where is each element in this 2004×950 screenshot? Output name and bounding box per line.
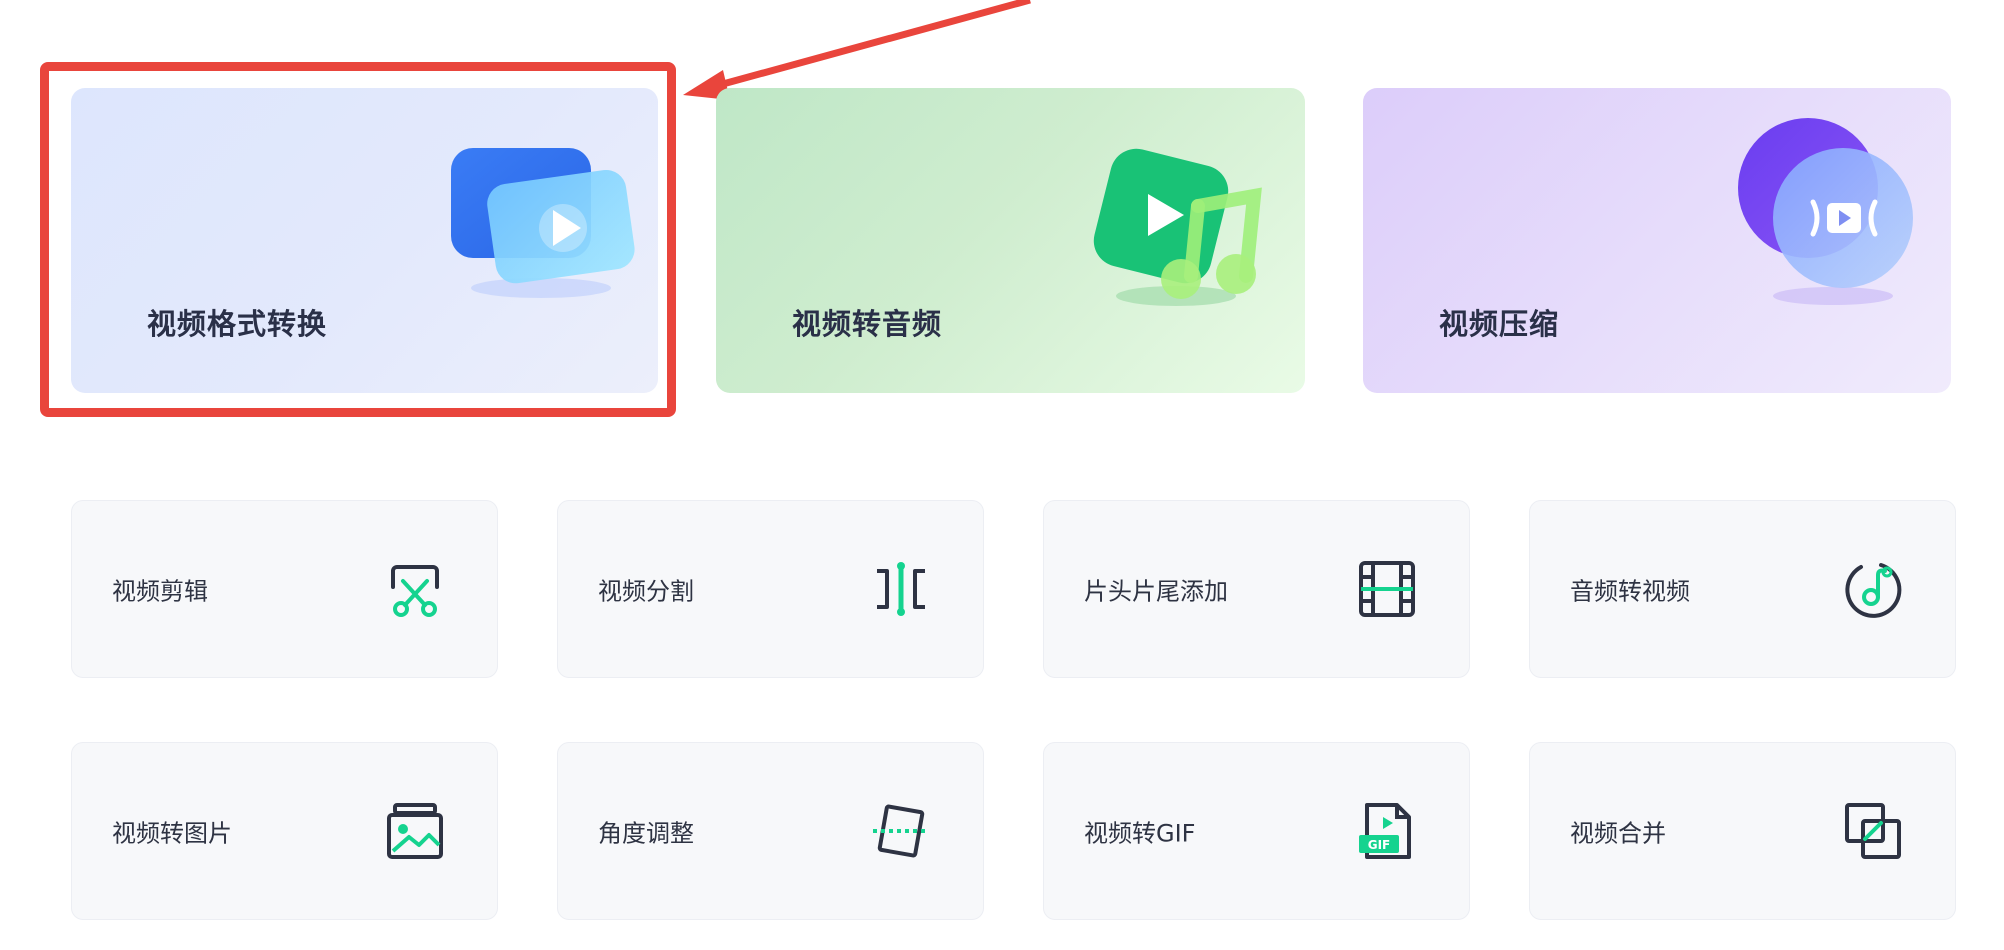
- tool-label: 视频剪辑: [112, 577, 208, 606]
- gif-file-icon: GIF: [1355, 799, 1419, 863]
- tool-card-video-split[interactable]: 视频分割: [557, 500, 984, 678]
- tool-card-video-merge[interactable]: 视频合并: [1529, 742, 1956, 920]
- tool-card-intro-outro[interactable]: 片头片尾添加: [1043, 500, 1470, 678]
- tool-label: 视频转GIF: [1084, 819, 1196, 848]
- tool-card-angle-adjust[interactable]: 角度调整: [557, 742, 984, 920]
- feature-card-label: 视频转音频: [792, 307, 943, 341]
- tool-label: 角度调整: [598, 819, 694, 848]
- feature-card-video-to-audio[interactable]: 视频转音频: [716, 88, 1305, 393]
- tool-card-audio-to-video[interactable]: 音频转视频: [1529, 500, 1956, 678]
- rotate-icon: [869, 799, 933, 863]
- tool-label: 视频分割: [598, 577, 694, 606]
- tool-card-video-to-gif[interactable]: 视频转GIF GIF: [1043, 742, 1470, 920]
- tool-label: 视频合并: [1570, 819, 1666, 848]
- svg-text:GIF: GIF: [1368, 838, 1391, 852]
- image-icon: [383, 799, 447, 863]
- split-icon: [869, 557, 933, 621]
- annotation-highlight-box: [40, 62, 676, 417]
- video-to-audio-icon: [1086, 126, 1276, 320]
- merge-icon: [1841, 799, 1905, 863]
- video-compress-icon: [1733, 118, 1933, 322]
- tool-card-video-to-image[interactable]: 视频转图片: [71, 742, 498, 920]
- tool-card-video-edit[interactable]: 视频剪辑: [71, 500, 498, 678]
- scissors-icon: [383, 557, 447, 621]
- tool-label: 片头片尾添加: [1084, 577, 1228, 606]
- tool-label: 音频转视频: [1570, 577, 1690, 606]
- tool-label: 视频转图片: [112, 819, 232, 848]
- feature-card-video-compress[interactable]: 视频压缩: [1363, 88, 1951, 393]
- feature-card-label: 视频压缩: [1439, 307, 1560, 341]
- film-strip-icon: [1355, 557, 1419, 621]
- music-note-icon: [1841, 557, 1905, 621]
